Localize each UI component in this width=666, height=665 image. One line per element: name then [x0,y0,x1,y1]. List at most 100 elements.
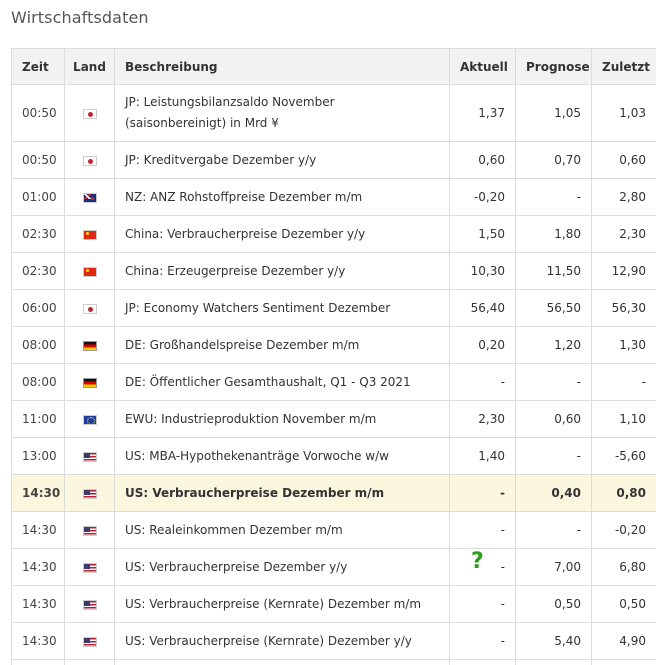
table-row[interactable]: 06:00 JP: Economy Watchers Sentiment Deze… [11,289,656,327]
cell-land [64,326,115,364]
table-row[interactable]: 14:30 US: Verbraucherpreise Dezember m/m -… [11,474,656,512]
table-row[interactable]: 02:30 China: Verbraucherpreise Dezember y… [11,215,656,253]
cell-prognose: 1,05 [515,84,592,142]
flag-usa-icon [82,599,97,610]
column-header-zeit[interactable]: Zeit [11,48,65,85]
flag-japan-icon [82,155,97,166]
cell-land [64,474,115,512]
cell-zeit: 14:30 [11,511,65,549]
cell-aktuell: - [449,363,516,401]
cell-zuletzt: 56,30 [591,289,656,327]
table-row[interactable]: 14:30 US: Realeinkommen Dezember m/m - - -0,… [11,511,656,549]
cell-zuletzt: 0,50 [591,585,656,623]
cell-zuletzt: 1,30 [591,326,656,364]
cell-aktuell: - [449,511,516,549]
table-row[interactable]: 11:00 EWU: Industrieproduktion November m… [11,400,656,438]
flag-germany-icon [82,340,97,351]
cell-land [64,215,115,253]
question-mark-annotation: ? [471,549,484,574]
cell-aktuell: - [449,474,516,512]
cell-land [64,84,115,142]
flag-china-icon [82,229,97,240]
cell-land [64,437,115,475]
cell-land [64,178,115,216]
cell-beschreibung: NZ: ANZ Rohstoffpreise Dezember m/m [114,178,450,216]
cell-zeit: 14:30 [11,585,65,623]
cell-prognose: 0,40 [515,474,592,512]
cell-zeit: 00:50 [11,141,65,179]
cell-aktuell: 0,60 [449,141,516,179]
flag-japan-icon [82,108,97,119]
table-row[interactable] [11,659,656,665]
cell-prognose [515,659,592,665]
cell-zeit: 14:30 [11,548,65,586]
table-row[interactable]: 14:30 US: Verbraucherpreise Dezember y/y -… [11,548,656,586]
cell-zuletzt: 6,80 [591,548,656,586]
economic-data-table-container: Zeit Land Beschreibung Aktuell Prognose … [11,48,656,665]
cell-prognose: 11,50 [515,252,592,290]
cell-prognose: - [515,178,592,216]
cell-land [64,585,115,623]
cell-prognose: - [515,363,592,401]
cell-zuletzt: -0,20 [591,511,656,549]
cell-prognose: 1,80 [515,215,592,253]
cell-prognose: 0,60 [515,400,592,438]
flag-usa-icon [82,488,97,499]
cell-beschreibung [114,659,450,665]
column-header-zuletzt[interactable]: Zuletzt [591,48,656,85]
cell-land [64,548,115,586]
cell-zuletzt: 0,60 [591,141,656,179]
cell-beschreibung: JP: Leistungsbilanzsaldo November (saiso… [114,84,450,142]
cell-zuletzt: 0,80 [591,474,656,512]
column-header-prognose[interactable]: Prognose [515,48,592,85]
flag-usa-icon [82,636,97,647]
flag-new-zealand-icon [82,192,97,203]
cell-prognose: - [515,437,592,475]
cell-zuletzt: 1,10 [591,400,656,438]
table-row[interactable]: 08:00 DE: Großhandelspreise Dezember m/m 0… [11,326,656,364]
flag-china-icon [82,266,97,277]
cell-aktuell: 1,37 [449,84,516,142]
cell-zeit: 14:30 [11,474,65,512]
cell-land [64,289,115,327]
column-header-aktuell[interactable]: Aktuell [449,48,516,85]
table-row[interactable]: 02:30 China: Erzeugerpreise Dezember y/y 1… [11,252,656,290]
cell-zuletzt: 2,80 [591,178,656,216]
cell-zeit: 11:00 [11,400,65,438]
table-row[interactable]: 00:50 JP: Kreditvergabe Dezember y/y 0,60 0… [11,141,656,179]
table-row[interactable]: 14:30 US: Verbraucherpreise (Kernrate) De… [11,622,656,660]
cell-land [64,141,115,179]
cell-aktuell: 2,30 [449,400,516,438]
cell-zeit: 02:30 [11,215,65,253]
cell-land [64,659,115,665]
cell-aktuell: - [449,622,516,660]
table-header-row: Zeit Land Beschreibung Aktuell Prognose … [11,48,656,85]
table-row[interactable]: 00:50 JP: Leistungsbilanzsaldo November (… [11,84,656,142]
column-header-land[interactable]: Land [64,48,115,85]
cell-aktuell: 10,30 [449,252,516,290]
cell-aktuell: 0,20 [449,326,516,364]
cell-beschreibung: China: Erzeugerpreise Dezember y/y [114,252,450,290]
cell-land [64,622,115,660]
table-row[interactable]: 14:30 US: Verbraucherpreise (Kernrate) De… [11,585,656,623]
cell-prognose: 1,20 [515,326,592,364]
column-header-beschreibung[interactable]: Beschreibung [114,48,450,85]
cell-beschreibung: DE: Öffentlicher Gesamthaushalt, Q1 - Q3… [114,363,450,401]
cell-zuletzt: - [591,363,656,401]
cell-zuletzt: 12,90 [591,252,656,290]
table-body: 00:50 JP: Leistungsbilanzsaldo November (… [11,84,656,665]
cell-zuletzt: 2,30 [591,215,656,253]
cell-beschreibung: EWU: Industrieproduktion November m/m [114,400,450,438]
cell-zuletzt: 1,03 [591,84,656,142]
table-row[interactable]: 13:00 US: MBA-Hypothekenanträge Vorwoche … [11,437,656,475]
cell-beschreibung: JP: Kreditvergabe Dezember y/y [114,141,450,179]
table-row[interactable]: 01:00 NZ: ANZ Rohstoffpreise Dezember m/m… [11,178,656,216]
cell-land [64,363,115,401]
cell-zeit: 01:00 [11,178,65,216]
cell-beschreibung: China: Verbraucherpreise Dezember y/y [114,215,450,253]
table-row[interactable]: 08:00 DE: Öffentlicher Gesamthaushalt, Q1… [11,363,656,401]
cell-aktuell [449,659,516,665]
cell-zuletzt: -5,60 [591,437,656,475]
cell-zeit: 14:30 [11,622,65,660]
cell-land [64,511,115,549]
